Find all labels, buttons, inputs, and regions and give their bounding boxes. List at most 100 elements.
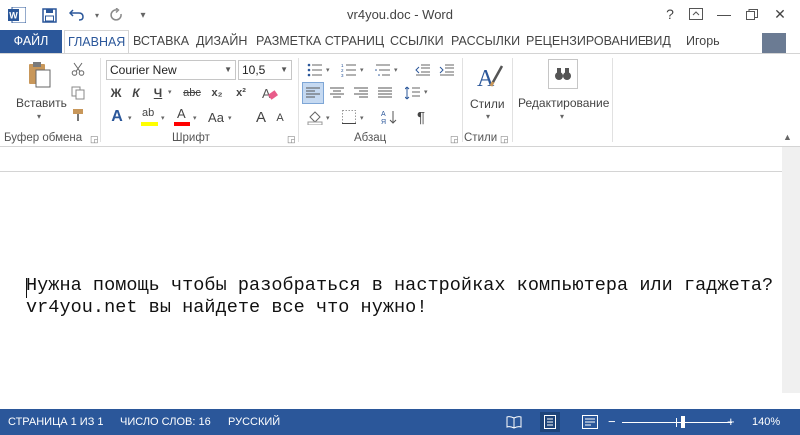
align-left-button[interactable] xyxy=(302,82,324,104)
chevron-down-icon[interactable]: ▾ xyxy=(161,114,165,122)
help-button[interactable]: ? xyxy=(658,4,682,24)
print-layout-icon[interactable] xyxy=(540,412,560,432)
avatar[interactable] xyxy=(762,33,786,53)
chevron-down-icon[interactable]: ▾ xyxy=(128,114,132,122)
header-divider xyxy=(0,171,782,172)
decrease-indent-icon[interactable] xyxy=(412,60,434,80)
styles-button-label[interactable]: Стили xyxy=(470,97,505,111)
copy-icon[interactable] xyxy=(68,84,88,102)
zoom-slider-thumb[interactable] xyxy=(680,416,685,428)
zoom-level[interactable]: 140% xyxy=(752,416,780,428)
svg-text:A: A xyxy=(477,66,495,92)
document-text-line[interactable]: vr4you.net вы найдете все что нужно! xyxy=(26,297,427,318)
text-effects-button[interactable]: A xyxy=(108,106,126,128)
tab-view[interactable]: ВИД xyxy=(642,30,674,53)
highlight-swatch xyxy=(141,122,158,126)
text-cursor xyxy=(26,278,27,298)
vertical-scrollbar[interactable] xyxy=(782,147,800,393)
separator xyxy=(100,58,101,142)
tab-references[interactable]: ССЫЛКИ xyxy=(387,30,447,53)
cut-icon[interactable] xyxy=(68,60,88,78)
language-label[interactable]: РУССКИЙ xyxy=(228,416,280,428)
chevron-down-icon[interactable]: ▾ xyxy=(360,114,364,122)
font-launcher-icon[interactable]: ◲ xyxy=(287,134,296,145)
clipboard-launcher-icon[interactable]: ◲ xyxy=(90,134,99,145)
paste-icon[interactable] xyxy=(22,60,56,90)
word-count[interactable]: ЧИСЛО СЛОВ: 16 xyxy=(120,416,211,428)
subscript-button[interactable]: x₂ xyxy=(206,83,228,103)
chevron-down-icon[interactable]: ▾ xyxy=(486,112,490,121)
document-page[interactable]: Нужна помощь чтобы разобраться в настрой… xyxy=(0,147,782,393)
shading-icon[interactable] xyxy=(304,106,326,128)
font-size-select[interactable]: 10,5 ▼ xyxy=(238,60,292,80)
page-count[interactable]: СТРАНИЦА 1 ИЗ 1 xyxy=(8,416,104,428)
minimize-button[interactable]: — xyxy=(712,4,736,24)
chevron-down-icon[interactable]: ▾ xyxy=(228,114,232,122)
justify-button[interactable] xyxy=(374,82,396,104)
multilevel-list-icon[interactable] xyxy=(372,60,394,80)
chevron-down-icon[interactable]: ▾ xyxy=(326,114,330,122)
ribbon-display-icon[interactable] xyxy=(684,4,708,24)
maximize-icon[interactable] xyxy=(740,4,764,24)
ribbon-tabs: ФАЙЛ ГЛАВНАЯ ВСТАВКА ДИЗАЙН РАЗМЕТКА СТР… xyxy=(0,30,800,54)
chevron-down-icon[interactable]: ▾ xyxy=(394,66,398,74)
tab-file[interactable]: ФАЙЛ xyxy=(0,30,62,53)
clear-formatting-icon[interactable]: A xyxy=(258,82,280,104)
chevron-down-icon[interactable]: ▾ xyxy=(326,66,330,74)
chevron-down-icon[interactable]: ▾ xyxy=(193,114,197,122)
tab-design[interactable]: ДИЗАЙН xyxy=(193,30,250,53)
show-marks-button[interactable]: ¶ xyxy=(410,106,432,128)
grow-font-button[interactable]: A xyxy=(252,106,270,128)
close-button[interactable]: ✕ xyxy=(768,4,792,24)
borders-icon[interactable] xyxy=(338,106,360,128)
zoom-in-button[interactable]: + xyxy=(727,414,735,429)
chevron-down-icon[interactable]: ▾ xyxy=(168,88,172,96)
editing-button-label[interactable]: Редактирование xyxy=(518,96,609,110)
underline-button[interactable]: Ч xyxy=(148,83,168,103)
collapse-ribbon-icon[interactable]: ▲ xyxy=(783,132,792,142)
line-spacing-icon[interactable] xyxy=(402,82,424,104)
chevron-down-icon[interactable]: ▾ xyxy=(360,66,364,74)
increase-indent-icon[interactable] xyxy=(436,60,458,80)
font-family-select[interactable]: Courier New ▼ xyxy=(106,60,236,80)
sort-icon[interactable]: AЯ xyxy=(378,106,400,128)
styles-launcher-icon[interactable]: ◲ xyxy=(500,134,509,145)
change-case-button[interactable]: Aa xyxy=(204,106,228,128)
bullets-icon[interactable] xyxy=(304,60,326,80)
font-size-value: 10,5 xyxy=(242,63,266,77)
editing-icon[interactable] xyxy=(548,59,578,89)
strikethrough-button[interactable]: abc xyxy=(180,83,204,103)
paste-dropdown-icon[interactable]: ▾ xyxy=(37,112,41,121)
styles-icon[interactable]: A xyxy=(472,60,506,94)
svg-text:Я: Я xyxy=(381,119,386,125)
web-layout-icon[interactable] xyxy=(582,415,598,429)
paragraph-launcher-icon[interactable]: ◲ xyxy=(450,134,459,145)
format-painter-icon[interactable] xyxy=(68,106,88,124)
numbering-icon[interactable]: 123 xyxy=(338,60,360,80)
align-right-button[interactable] xyxy=(350,82,372,104)
align-center-button[interactable] xyxy=(326,82,348,104)
font-color-swatch xyxy=(174,122,190,126)
zoom-slider-track[interactable] xyxy=(622,422,732,423)
chevron-down-icon[interactable]: ▾ xyxy=(424,88,428,96)
user-name[interactable]: Игорь xyxy=(683,30,723,53)
italic-button[interactable]: К xyxy=(126,83,146,103)
tab-review[interactable]: РЕЦЕНЗИРОВАНИЕ xyxy=(523,30,649,53)
superscript-button[interactable]: x² xyxy=(230,83,252,103)
highlight-button[interactable]: ab xyxy=(140,106,160,128)
font-color-button[interactable]: A xyxy=(172,106,192,128)
tab-home[interactable]: ГЛАВНАЯ xyxy=(64,30,130,54)
read-mode-icon[interactable] xyxy=(506,415,522,429)
status-bar: СТРАНИЦА 1 ИЗ 1 ЧИСЛО СЛОВ: 16 РУССКИЙ −… xyxy=(0,409,800,435)
tab-layout[interactable]: РАЗМЕТКА СТРАНИЦ xyxy=(253,30,387,53)
document-text-line[interactable]: Нужна помощь чтобы разобраться в настрой… xyxy=(26,275,773,296)
separator xyxy=(512,58,513,142)
paste-label[interactable]: Вставить xyxy=(16,96,67,110)
zoom-out-button[interactable]: − xyxy=(608,414,616,429)
tab-mailings[interactable]: РАССЫЛКИ xyxy=(448,30,523,53)
clipboard-group-label: Буфер обмена xyxy=(4,132,83,144)
chevron-down-icon[interactable]: ▾ xyxy=(560,112,564,121)
shrink-font-button[interactable]: A xyxy=(272,108,288,128)
bold-button[interactable]: Ж xyxy=(106,83,126,103)
tab-insert[interactable]: ВСТАВКА xyxy=(130,30,192,53)
